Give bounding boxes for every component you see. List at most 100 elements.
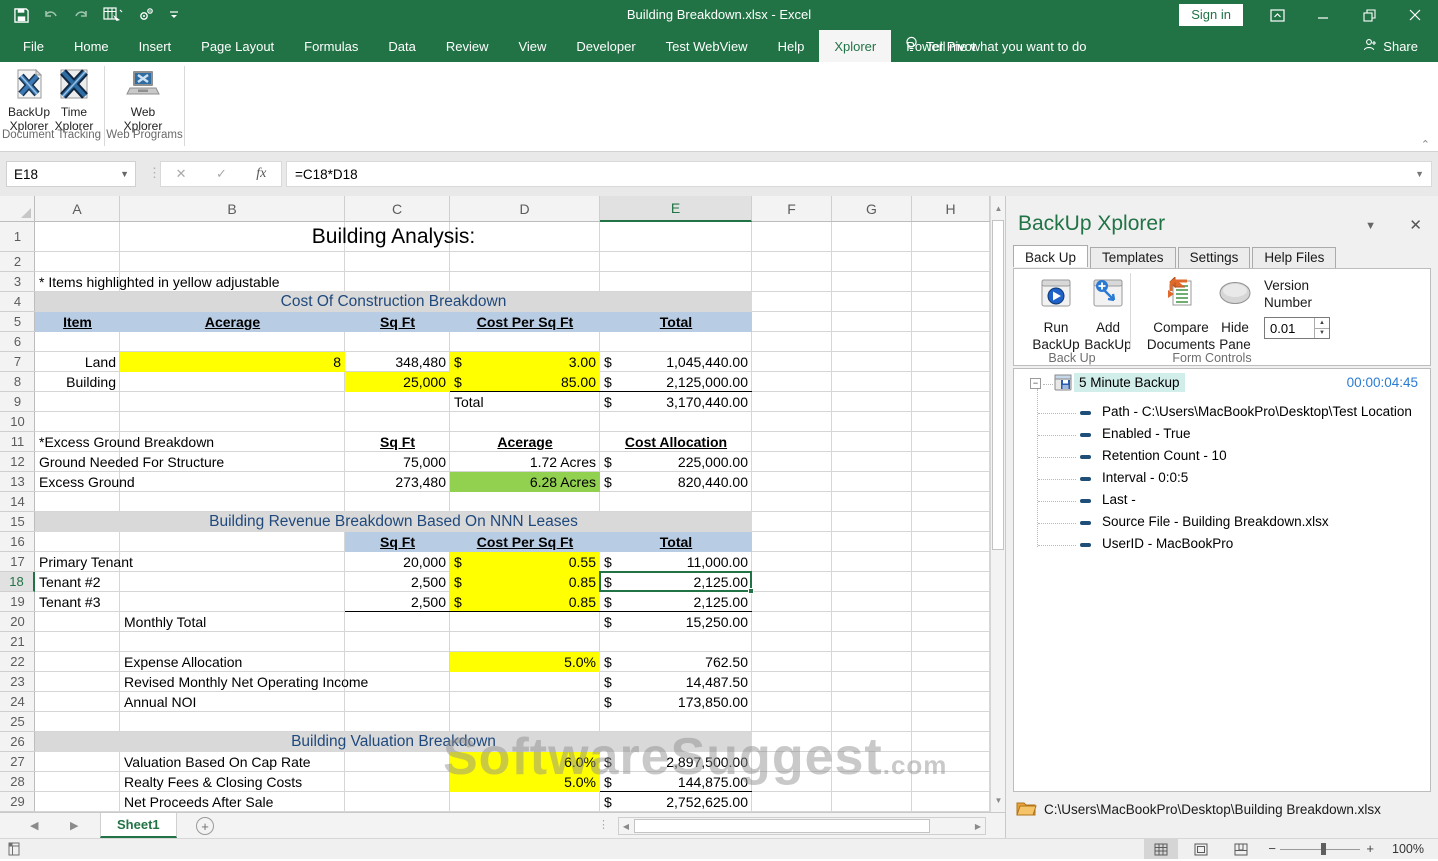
page-layout-view-button[interactable] — [1184, 839, 1218, 859]
select-all-corner[interactable] — [0, 196, 35, 222]
cell[interactable]: Excess Ground — [35, 472, 345, 492]
cell[interactable]: Acerage — [450, 432, 600, 452]
cell[interactable]: 2,500 — [345, 572, 450, 592]
cell[interactable]: 6.28 Acres — [450, 472, 600, 492]
tab-help[interactable]: Help — [763, 30, 820, 62]
cell[interactable]: Acerage — [120, 312, 345, 332]
sheet-tab-sheet1[interactable]: Sheet1 — [100, 813, 177, 838]
pane-tab-templates[interactable]: Templates — [1090, 247, 1176, 269]
cell[interactable]: $173,850.00 — [600, 692, 752, 712]
cell[interactable]: $820,440.00 — [600, 472, 752, 492]
row-header-6[interactable]: 6 — [0, 332, 35, 352]
restore-button[interactable] — [1346, 0, 1392, 30]
formula-input[interactable]: =C18*D18 ▼ — [286, 161, 1432, 187]
tab-page-layout[interactable]: Page Layout — [186, 30, 289, 62]
name-box-dropdown-icon[interactable]: ▼ — [120, 169, 129, 179]
cell[interactable]: $2,125.00 — [600, 592, 752, 612]
cell[interactable]: $225,000.00 — [600, 452, 752, 472]
vertical-scrollbar[interactable]: ▲ ▼ — [990, 196, 1005, 812]
scroll-up-icon[interactable]: ▲ — [991, 198, 1006, 218]
row-header-21[interactable]: 21 — [0, 632, 35, 652]
fill-handle[interactable] — [748, 588, 754, 594]
prev-sheet-icon[interactable]: ◀ — [30, 819, 38, 832]
cell[interactable]: Net Proceeds After Sale — [120, 792, 345, 812]
cell[interactable]: Revised Monthly Net Operating Income — [120, 672, 450, 692]
cell[interactable]: * Items highlighted in yellow adjustable — [35, 272, 450, 292]
cell[interactable]: Ground Needed For Structure — [35, 452, 345, 472]
cell[interactable]: $11,000.00 — [600, 552, 752, 572]
cell[interactable]: Monthly Total — [120, 612, 345, 632]
cell[interactable]: Sq Ft — [345, 312, 450, 332]
collapse-ribbon-icon[interactable]: ⌃ — [1421, 138, 1430, 151]
add-backup-button[interactable]: Add BackUp — [1080, 277, 1136, 353]
tree-item-label[interactable]: Retention Count - 10 — [1102, 448, 1227, 463]
zoom-out-icon[interactable]: − — [1268, 841, 1276, 856]
cell[interactable]: Total — [450, 392, 600, 412]
tab-scroll-handle[interactable]: ⋮ — [598, 818, 609, 831]
collapse-node-icon[interactable]: − — [1030, 378, 1041, 389]
cell[interactable]: Cost Allocation — [600, 432, 752, 452]
cell[interactable]: 273,480 — [345, 472, 450, 492]
row-header-17[interactable]: 17 — [0, 552, 35, 572]
settings-gears-icon[interactable] — [137, 7, 155, 23]
row-header-15[interactable]: 15 — [0, 512, 35, 532]
tree-item[interactable]: Enabled - True — [1014, 424, 1430, 446]
tab-formulas[interactable]: Formulas — [289, 30, 373, 62]
pane-tab-back-up[interactable]: Back Up — [1013, 245, 1088, 267]
tab-xplorer[interactable]: Xplorer — [819, 30, 891, 62]
expand-formula-bar-icon[interactable]: ▼ — [1415, 169, 1424, 179]
cell[interactable]: Sq Ft — [345, 532, 450, 552]
cell[interactable]: Sq Ft — [345, 432, 450, 452]
tab-developer[interactable]: Developer — [561, 30, 650, 62]
row-header-25[interactable]: 25 — [0, 712, 35, 732]
insert-function-icon[interactable]: fx — [256, 166, 266, 182]
next-sheet-icon[interactable]: ▶ — [70, 819, 78, 832]
cell[interactable]: Tenant #2 — [35, 572, 345, 592]
tree-item[interactable]: Path - C:\Users\MacBookPro\Desktop\Test … — [1014, 402, 1430, 424]
tree-item-label[interactable]: Last - — [1102, 492, 1136, 507]
tree-item[interactable]: UserID - MacBookPro — [1014, 534, 1430, 556]
undo-icon[interactable] — [43, 8, 59, 22]
save-icon[interactable] — [14, 8, 29, 23]
cell[interactable]: Realty Fees & Closing Costs — [120, 772, 345, 792]
row-header-7[interactable]: 7 — [0, 352, 35, 372]
tree-item[interactable]: Source File - Building Breakdown.xlsx — [1014, 512, 1430, 534]
row-header-27[interactable]: 27 — [0, 752, 35, 772]
customize-qat-icon[interactable] — [169, 9, 179, 21]
sign-in-button[interactable]: Sign in — [1179, 4, 1243, 26]
run-backup-button[interactable]: Run BackUp — [1028, 277, 1084, 353]
version-number-spinner[interactable]: 0.01 ▲▼ — [1264, 317, 1330, 339]
cell[interactable]: Expense Allocation — [120, 652, 345, 672]
minimize-button[interactable] — [1300, 0, 1346, 30]
tree-item[interactable]: Last - — [1014, 490, 1430, 512]
horizontal-scroll-thumb[interactable] — [634, 819, 930, 833]
pane-options-icon[interactable]: ▼ — [1365, 220, 1376, 232]
tab-file[interactable]: File — [8, 30, 59, 62]
cell[interactable]: Item — [35, 312, 120, 332]
tree-root-label[interactable]: 5 Minute Backup — [1074, 373, 1185, 392]
zoom-slider-track[interactable] — [1280, 849, 1360, 850]
tree-item-label[interactable]: Path - C:\Users\MacBookPro\Desktop\Test … — [1102, 404, 1412, 419]
cell[interactable]: $3,170,440.00 — [600, 392, 752, 412]
cell[interactable]: Land — [35, 352, 120, 372]
tab-test-webview[interactable]: Test WebView — [651, 30, 763, 62]
enter-formula-icon[interactable]: ✓ — [216, 166, 227, 182]
tab-data[interactable]: Data — [373, 30, 430, 62]
tab-view[interactable]: View — [503, 30, 561, 62]
row-header-12[interactable]: 12 — [0, 452, 35, 472]
cancel-formula-icon[interactable]: ✕ — [176, 166, 187, 182]
cell[interactable]: Annual NOI — [120, 692, 345, 712]
tree-item-label[interactable]: Source File - Building Breakdown.xlsx — [1102, 514, 1329, 529]
row-header-20[interactable]: 20 — [0, 612, 35, 632]
row-header-14[interactable]: 14 — [0, 492, 35, 512]
spinner-buttons[interactable]: ▲▼ — [1314, 318, 1329, 338]
cell[interactable]: $0.85 — [450, 572, 600, 592]
row-header-3[interactable]: 3 — [0, 272, 35, 292]
spin-down-icon[interactable]: ▼ — [1315, 329, 1329, 339]
tab-home[interactable]: Home — [59, 30, 124, 62]
cell[interactable]: Primary Tenant — [35, 552, 345, 572]
tree-item[interactable]: Interval - 0:0:5 — [1014, 468, 1430, 490]
cell[interactable]: 2,500 — [345, 592, 450, 612]
ribbon-display-options-icon[interactable] — [1254, 0, 1300, 30]
cell[interactable]: 20,000 — [345, 552, 450, 572]
